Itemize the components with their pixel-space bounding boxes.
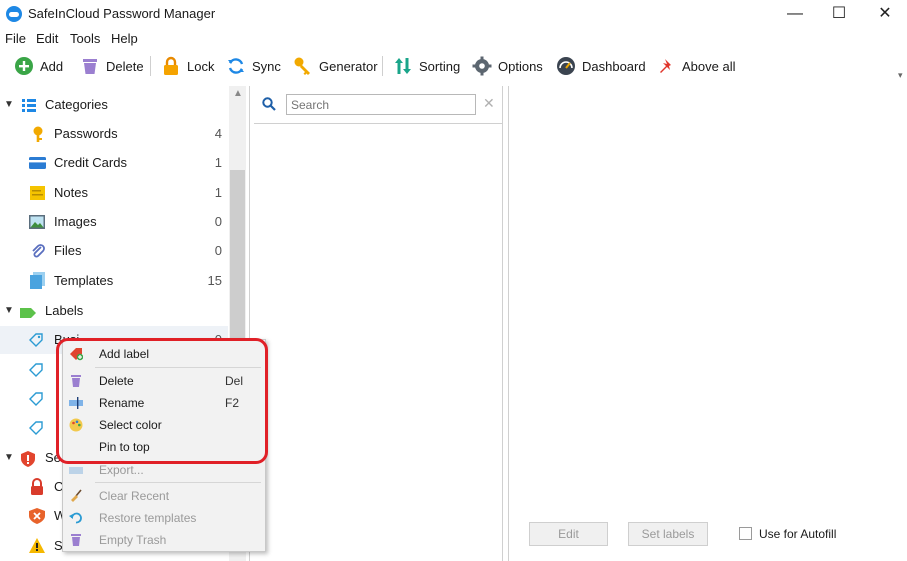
window-title: SafeInCloud Password Manager [28, 6, 216, 21]
paperclip-icon [30, 243, 46, 262]
edit-button[interactable]: Edit [529, 522, 608, 546]
add-icon [14, 56, 34, 76]
speedometer-icon [556, 56, 576, 76]
lock-icon [30, 478, 44, 498]
sorting-button[interactable]: Sorting [393, 54, 460, 78]
add-button[interactable]: Add [14, 54, 63, 78]
autofill-checkbox[interactable] [739, 527, 752, 540]
set-labels-button[interactable]: Set labels [628, 522, 708, 546]
sidebar-item-notes[interactable]: Notes 1 [0, 179, 228, 207]
menu-item-clear-recent[interactable]: Clear Recent [63, 485, 265, 507]
trash-icon [80, 56, 100, 76]
close-button[interactable]: ✕ [862, 0, 907, 28]
sync-button[interactable]: Sync [226, 54, 281, 78]
templates-icon [30, 272, 46, 292]
sidebar-item-files[interactable]: Files 0 [0, 237, 228, 265]
options-button[interactable]: Options [472, 54, 543, 78]
sidebar-item-passwords[interactable]: Passwords 4 [0, 120, 228, 148]
sidebar-item-images[interactable]: Images 0 [0, 208, 228, 236]
pane-divider[interactable] [502, 86, 503, 561]
toolbar-separator [382, 56, 383, 76]
toolbar: Add Delete Lock Sync Generator Sorting O… [0, 48, 907, 84]
shield-icon [21, 451, 35, 470]
generator-button[interactable]: Generator [293, 54, 378, 78]
menu-separator [95, 482, 261, 483]
trash-icon [69, 533, 83, 547]
categories-header-label: Categories [45, 97, 108, 112]
cloud-app-icon [6, 6, 22, 22]
sidebar-item-templates[interactable]: Templates 15 [0, 267, 228, 295]
key-icon [30, 126, 46, 145]
pin-icon [656, 56, 676, 76]
tag-outline-icon [28, 332, 44, 351]
toolbar-separator [150, 56, 151, 76]
chevron-down-icon[interactable]: ▼ [4, 305, 16, 317]
maximize-button[interactable]: ☐ [816, 0, 862, 28]
tag-outline-icon[interactable] [28, 420, 44, 439]
autofill-label: Use for Autofill [759, 527, 837, 541]
menu-item-empty-trash[interactable]: Empty Trash [63, 529, 265, 551]
pane-divider[interactable] [508, 86, 509, 561]
menu-file[interactable]: File [5, 31, 26, 46]
menu-edit[interactable]: Edit [36, 31, 58, 46]
above-all-button[interactable]: Above all [656, 54, 735, 78]
chevron-down-icon[interactable]: ▼ [4, 99, 16, 111]
delete-button[interactable]: Delete [80, 54, 144, 78]
dashboard-button[interactable]: Dashboard [556, 54, 646, 78]
key-icon [293, 56, 313, 76]
gear-icon [472, 56, 492, 76]
title-bar: SafeInCloud Password Manager — ☐ ✕ [0, 0, 907, 28]
sort-arrows-icon [393, 56, 413, 76]
credit-card-icon [29, 157, 46, 173]
toolbar-overflow-icon[interactable]: ▾ [898, 70, 903, 81]
lock-icon [161, 56, 181, 76]
image-icon [29, 215, 45, 232]
export-icon [69, 463, 83, 477]
minimize-button[interactable]: — [772, 0, 818, 28]
menu-tools[interactable]: Tools [70, 31, 100, 46]
highlight-frame [56, 338, 268, 464]
undo-icon [69, 511, 83, 525]
menu-help[interactable]: Help [111, 31, 138, 46]
list-icon [22, 98, 36, 112]
sidebar-item-credit-cards[interactable]: Credit Cards 1 [0, 149, 228, 177]
chevron-down-icon[interactable]: ▼ [4, 452, 16, 464]
scroll-up-icon[interactable]: ▲ [233, 88, 243, 99]
lock-button[interactable]: Lock [161, 54, 214, 78]
sync-icon [226, 56, 246, 76]
shield-warning-icon [29, 508, 45, 527]
warning-triangle-icon [29, 538, 45, 556]
label-tag-icon [20, 306, 36, 321]
broom-icon [69, 489, 83, 503]
entry-list[interactable] [254, 86, 502, 561]
categories-header[interactable]: ▼ Categories [0, 91, 228, 119]
tag-outline-icon[interactable] [28, 391, 44, 410]
menu-bar: File Edit Tools Help [0, 28, 907, 48]
note-icon [30, 186, 45, 203]
tag-outline-icon[interactable] [28, 362, 44, 381]
labels-header[interactable]: ▼ Labels [0, 297, 228, 325]
menu-item-restore-templates[interactable]: Restore templates [63, 507, 265, 529]
